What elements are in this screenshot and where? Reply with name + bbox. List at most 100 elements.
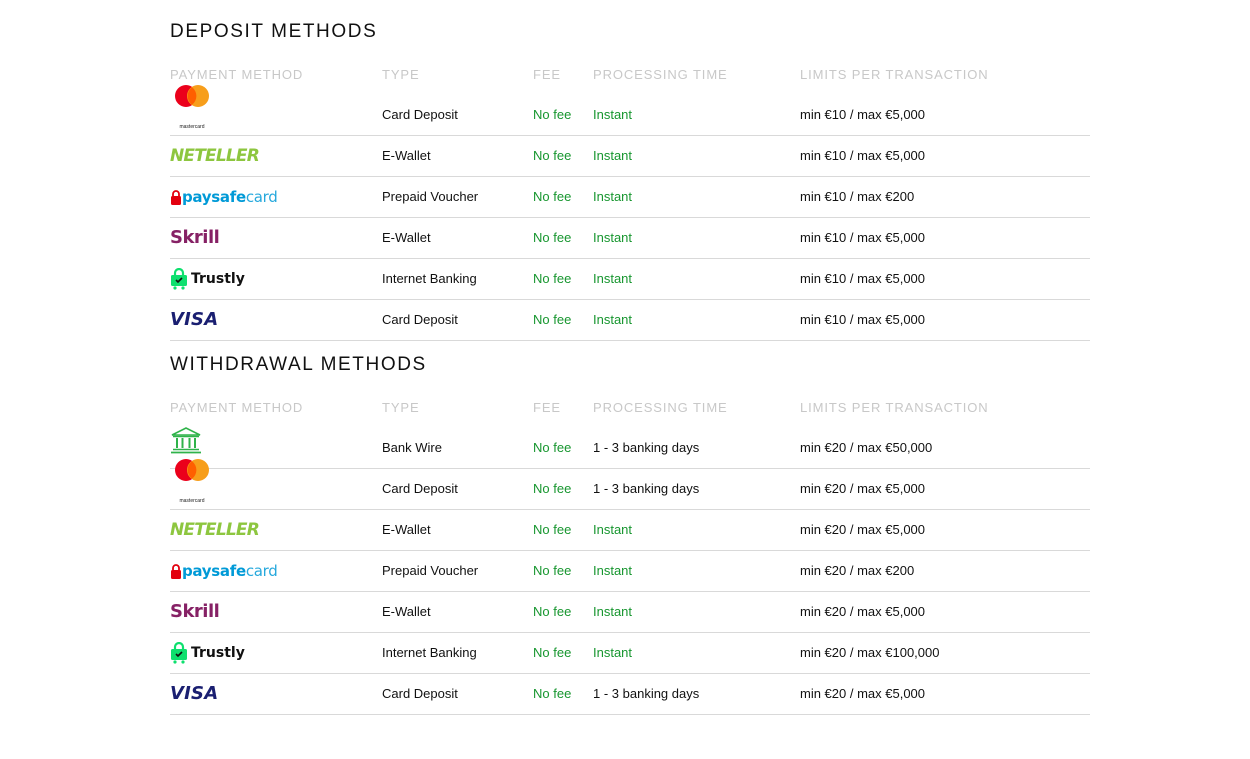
payment-fee: No fee	[533, 481, 572, 496]
payment-fee: No fee	[533, 440, 572, 455]
processing-time: Instant	[593, 271, 633, 286]
payment-method-logo: mastercard	[170, 458, 350, 509]
processing-time: Instant	[593, 189, 633, 204]
trustly-logo-text: Trustly	[191, 645, 245, 661]
header-limits: LIMITS PER TRANSACTION	[800, 67, 989, 82]
header-type: TYPE	[382, 67, 420, 82]
transaction-limits: min €10 / max €5,000	[800, 230, 926, 245]
transaction-limits: min €20 / max €5,000	[800, 604, 926, 619]
payment-fee: No fee	[533, 645, 572, 660]
table-row: VISA Card Deposit No fee Instant min €10 / m…	[170, 300, 1090, 341]
payment-fee: No fee	[533, 271, 572, 286]
table-header-row: PAYMENT METHOD TYPE FEE PROCESSING TIME LIMI…	[170, 399, 1090, 417]
table-row: NETELLER E-Wallet No fee Instant min €10 / m…	[170, 136, 1090, 177]
payment-type: Card Deposit	[382, 686, 458, 701]
paysafecard-logo-text-suffix: card	[245, 562, 278, 580]
neteller-logo-icon: NETELLER	[170, 145, 260, 166]
header-fee: FEE	[533, 400, 561, 415]
payment-type: E-Wallet	[382, 230, 431, 245]
payment-type: Prepaid Voucher	[382, 189, 479, 204]
payment-fee: No fee	[533, 312, 572, 327]
table-row: VISA Card Deposit No fee 1 - 3 banking days…	[170, 674, 1090, 715]
paysafecard-logo-text: paysafe	[182, 562, 246, 580]
transaction-limits: min €20 / max €50,000	[800, 440, 933, 455]
header-payment-method: PAYMENT METHOD	[170, 400, 304, 415]
skrill-logo-icon: Skrill	[170, 601, 220, 622]
header-type: TYPE	[382, 400, 420, 415]
payment-method-logo: mastercard	[170, 84, 350, 135]
visa-logo-icon: VISA	[170, 309, 219, 330]
transaction-limits: min €10 / max €5,000	[800, 148, 926, 163]
payment-method-logo: VISA	[170, 674, 350, 714]
transaction-limits: min €20 / max €100,000	[800, 645, 940, 660]
payment-type: Internet Banking	[382, 271, 477, 286]
payment-fee: No fee	[533, 604, 572, 619]
neteller-logo-icon: NETELLER	[170, 519, 260, 540]
payment-type: Prepaid Voucher	[382, 563, 479, 578]
payment-type: E-Wallet	[382, 604, 431, 619]
payment-fee: No fee	[533, 686, 572, 701]
table-row: mastercard Card Deposit No fee Instant min €…	[170, 84, 1090, 136]
transaction-limits: min €10 / max €5,000	[800, 271, 926, 286]
processing-time: Instant	[593, 148, 633, 163]
processing-time: Instant	[593, 312, 633, 327]
paysafecard-logo-icon: paysafe card	[170, 551, 278, 591]
payment-fee: No fee	[533, 107, 572, 122]
paysafecard-logo-text: paysafe	[182, 188, 246, 206]
processing-time: Instant	[593, 645, 633, 660]
transaction-limits: min €20 / max €5,000	[800, 686, 926, 701]
transaction-limits: min €10 / max €5,000	[800, 107, 926, 122]
header-processing-time: PROCESSING TIME	[593, 400, 728, 415]
withdrawal-methods-title: WITHDRAWAL METHODS	[170, 354, 427, 375]
table-row: Bank Wire No fee 1 - 3 banking days min €20…	[170, 427, 1090, 469]
processing-time: Instant	[593, 522, 633, 537]
processing-time: 1 - 3 banking days	[593, 686, 700, 701]
payment-method-logo: paysafe card	[170, 551, 350, 591]
payment-fee: No fee	[533, 148, 572, 163]
transaction-limits: min €20 / max €5,000	[800, 481, 926, 496]
transaction-limits: min €20 / max €5,000	[800, 522, 926, 537]
transaction-limits: min €10 / max €200	[800, 189, 915, 204]
header-limits: LIMITS PER TRANSACTION	[800, 400, 989, 415]
table-row: NETELLER E-Wallet No fee Instant min €20 / m…	[170, 510, 1090, 551]
table-row: Trustly Internet Banking No fee Instant min …	[170, 259, 1090, 300]
payment-method-logo: VISA	[170, 300, 350, 340]
payment-method-logo: NETELLER	[170, 510, 350, 550]
processing-time: Instant	[593, 230, 633, 245]
header-processing-time: PROCESSING TIME	[593, 67, 728, 82]
paysafecard-logo-icon: paysafe card	[170, 177, 278, 217]
processing-time: Instant	[593, 563, 633, 578]
payment-type: Card Deposit	[382, 107, 458, 122]
table-header-row: PAYMENT METHOD TYPE FEE PROCESSING TIME LIMI…	[170, 66, 1090, 84]
processing-time: 1 - 3 banking days	[593, 440, 700, 455]
payment-type: E-Wallet	[382, 522, 431, 537]
transaction-limits: min €10 / max €5,000	[800, 312, 926, 327]
visa-logo-icon: VISA	[170, 683, 219, 704]
header-fee: FEE	[533, 67, 561, 82]
processing-time: Instant	[593, 107, 633, 122]
paysafecard-logo-text-suffix: card	[245, 188, 278, 206]
payment-type: Card Deposit	[382, 312, 458, 327]
payment-type: Card Deposit	[382, 481, 458, 496]
table-row: Skrill E-Wallet No fee Instant min €20 / max…	[170, 592, 1090, 633]
payment-method-logo: paysafe card	[170, 177, 350, 217]
payment-method-logo: Trustly	[170, 633, 350, 673]
payment-fee: No fee	[533, 189, 572, 204]
payment-method-logo: NETELLER	[170, 136, 350, 176]
payment-method-logo: Skrill	[170, 592, 350, 632]
payment-method-logo: Trustly	[170, 259, 350, 299]
table-row: paysafe card Prepaid Voucher No fee Instant m…	[170, 551, 1090, 592]
payment-fee: No fee	[533, 522, 572, 537]
payment-type: Internet Banking	[382, 645, 477, 660]
header-payment-method: PAYMENT METHOD	[170, 67, 304, 82]
trustly-logo-icon: Trustly	[170, 268, 245, 290]
table-row: Trustly Internet Banking No fee Instant min …	[170, 633, 1090, 674]
payment-type: Bank Wire	[382, 440, 442, 455]
payment-fee: No fee	[533, 563, 572, 578]
payment-type: E-Wallet	[382, 148, 431, 163]
processing-time: 1 - 3 banking days	[593, 481, 700, 496]
payment-method-logo: Skrill	[170, 218, 350, 258]
payment-fee: No fee	[533, 230, 572, 245]
table-row: Skrill E-Wallet No fee Instant min €10 / max…	[170, 218, 1090, 259]
transaction-limits: min €20 / max €200	[800, 563, 915, 578]
